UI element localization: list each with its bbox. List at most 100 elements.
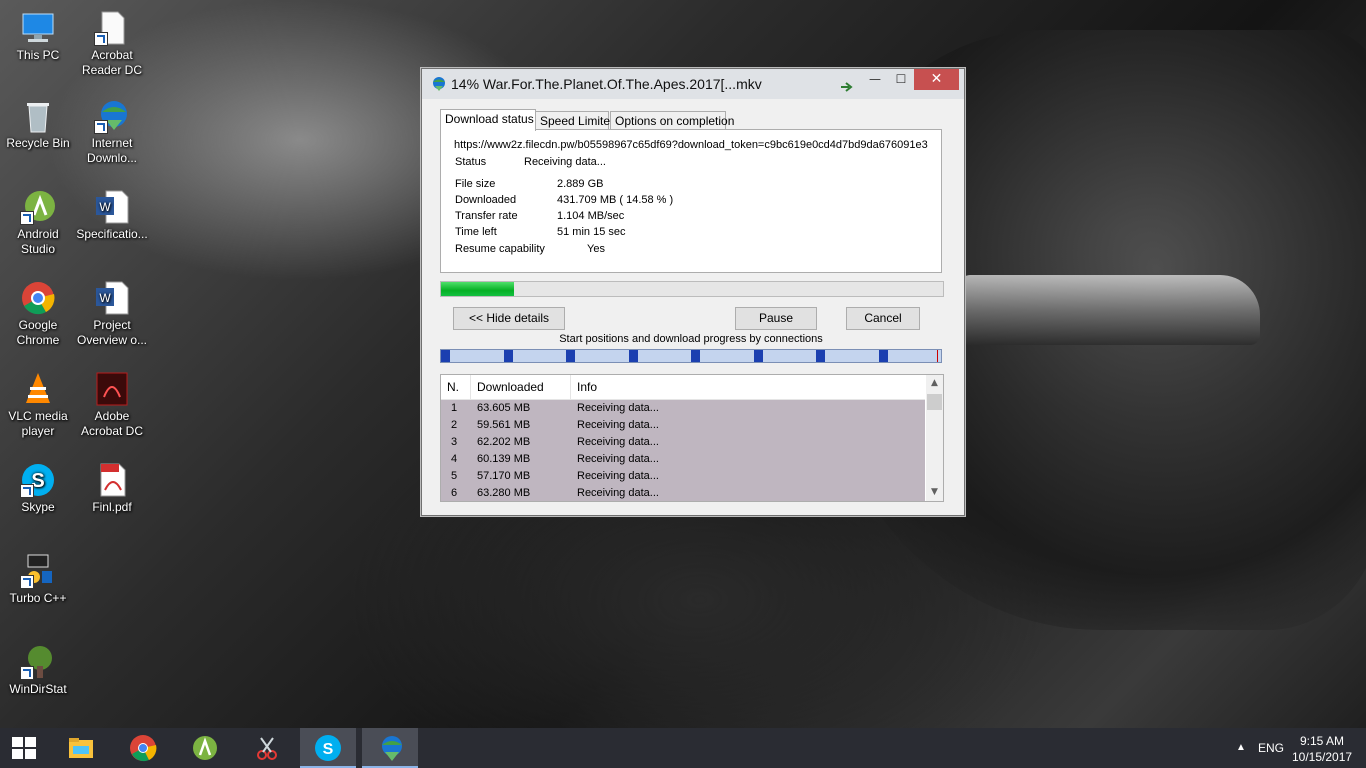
turbo-cpp-icon [20, 553, 56, 589]
minimize-button[interactable]: — [862, 69, 888, 90]
file-size-label: File size [455, 178, 496, 190]
connection-segment-2 [504, 350, 513, 362]
table-header: N. Downloaded Info [441, 375, 925, 400]
desktop-icon-label: Project Overview o... [76, 318, 148, 347]
desktop-icon-finl-pdf[interactable]: Finl.pdf [74, 462, 150, 515]
column-header-downloaded[interactable]: Downloaded [471, 375, 571, 399]
taskbar-internet-download-manager[interactable] [362, 728, 418, 768]
connection-end-marker [937, 350, 938, 362]
status-label: Status [455, 156, 487, 168]
android-studio-icon [193, 736, 217, 760]
table-row[interactable]: 3 62.202 MB Receiving data... [441, 434, 925, 451]
connection-segment-4 [629, 350, 638, 362]
pause-button[interactable]: Pause [735, 307, 817, 330]
desktop-icon-skype[interactable]: S Skype [0, 462, 76, 515]
word-document-icon: W [94, 189, 130, 225]
desktop-icon-specification[interactable]: W Specificatio... [74, 189, 150, 242]
desktop-icon-label: Skype [21, 500, 55, 514]
download-progress-window: 14% War.For.The.Planet.Of.The.Apes.2017[… [421, 68, 965, 516]
vlc-cone-icon [20, 371, 56, 407]
table-body: 1 63.605 MB Receiving data... 2 59.561 MB Re… [441, 400, 925, 501]
desktop-icon-recycle-bin[interactable]: Recycle Bin [0, 98, 76, 151]
globe-download-icon [382, 736, 402, 761]
svg-text:S: S [323, 741, 334, 758]
close-button[interactable]: ✕ [914, 69, 959, 90]
desktop-icon-label: WinDirStat [9, 682, 67, 696]
desktop-icon-android-studio[interactable]: Android Studio [0, 189, 76, 257]
desktop-icon-turbo-cpp[interactable]: Turbo C++ [0, 553, 76, 606]
taskbar-android-studio[interactable] [177, 728, 233, 768]
desktop-icon-label: Acrobat Reader DC [81, 48, 143, 77]
download-progress-bar [440, 281, 944, 297]
recycle-bin-icon [20, 98, 56, 134]
desktop-icon-project-overview[interactable]: W Project Overview o... [74, 280, 150, 348]
desktop-icon-windirstat[interactable]: WinDirStat [0, 644, 76, 697]
tray-overflow-icon[interactable]: ▲ [1236, 728, 1246, 768]
desktop-icon-vlc[interactable]: VLC media player [0, 371, 76, 439]
taskbar-chrome[interactable] [115, 728, 171, 768]
skype-icon: S [315, 735, 341, 761]
taskbar-skype[interactable]: S [300, 728, 356, 768]
desktop-icon-label: Adobe Acrobat DC [80, 409, 144, 438]
tab-options-on-completion[interactable]: Options on completion [610, 111, 734, 130]
time-left-label: Time left [455, 226, 497, 238]
chrome-icon [130, 735, 157, 762]
downloaded-label: Downloaded [455, 194, 517, 206]
desktop-icon-this-pc[interactable]: This PC [0, 10, 76, 63]
desktop-icon-acrobat-reader[interactable]: Acrobat Reader DC [74, 10, 150, 78]
desktop-icon-internet-download-manager[interactable]: Internet Downlo... [74, 98, 150, 166]
column-header-number[interactable]: N. [441, 375, 471, 399]
table-row[interactable]: 4 60.139 MB Receiving data... [441, 451, 925, 468]
connection-segment-3 [566, 350, 575, 362]
shortcut-arrow-icon [94, 120, 108, 134]
clock-date[interactable]: 10/15/2017 [1292, 750, 1352, 764]
hide-details-button[interactable]: << Hide details [453, 307, 565, 330]
transfer-rate-value: 1.104 MB/sec [557, 210, 625, 222]
desktop-icon-label: Google Chrome [16, 318, 60, 347]
desktop-icon-label: Finl.pdf [92, 500, 132, 514]
desktop-icon-google-chrome[interactable]: Google Chrome [0, 280, 76, 348]
clock-time[interactable]: 9:15 AM [1300, 734, 1344, 748]
taskbar-snipping-tool[interactable] [239, 728, 295, 768]
download-url: https://www2z.filecdn.pw/b05598967c65df6… [454, 139, 928, 151]
language-indicator[interactable]: ENG [1258, 728, 1284, 768]
connection-segment-5 [691, 350, 700, 362]
status-value: Receiving data... [524, 156, 606, 168]
shortcut-arrow-icon [94, 32, 108, 46]
folder-icon [69, 738, 93, 758]
start-button[interactable] [0, 728, 50, 768]
shortcut-arrow-icon [20, 484, 34, 498]
window-titlebar[interactable]: 14% War.For.The.Planet.Of.The.Apes.2017[… [422, 69, 964, 99]
tab-download-status[interactable]: Download status [440, 109, 536, 131]
scroll-thumb[interactable] [927, 394, 942, 410]
skype-icon: S [20, 462, 56, 498]
globe-download-icon [94, 98, 130, 134]
desktop-icon-adobe-acrobat[interactable]: Adobe Acrobat DC [74, 371, 150, 439]
acrobat-icon [94, 371, 130, 407]
tree-icon [20, 644, 56, 680]
scroll-up-icon[interactable]: ▲ [926, 375, 943, 392]
tab-speed-limiter[interactable]: Speed Limiter [535, 111, 614, 130]
shortcut-arrow-icon [20, 666, 34, 680]
table-row[interactable]: 6 63.280 MB Receiving data... [441, 485, 925, 501]
chrome-icon [20, 280, 56, 316]
table-row[interactable]: 2 59.561 MB Receiving data... [441, 417, 925, 434]
idm-globe-icon [430, 76, 446, 92]
svg-text:W: W [99, 200, 111, 214]
desktop-icon-label: Internet Downlo... [86, 136, 138, 165]
connection-segment-8 [879, 350, 888, 362]
transfer-rate-label: Transfer rate [455, 210, 518, 222]
taskbar-file-explorer[interactable] [53, 728, 109, 768]
time-left-value: 51 min 15 sec [557, 226, 626, 238]
table-row[interactable]: 1 63.605 MB Receiving data... [441, 400, 925, 417]
green-arrow-icon[interactable] [840, 78, 854, 92]
table-scrollbar[interactable]: ▲ ▼ [926, 375, 943, 501]
maximize-button[interactable]: ☐ [888, 69, 914, 90]
download-progress-fill [441, 282, 515, 296]
scroll-down-icon[interactable]: ▼ [926, 484, 943, 501]
connection-segment-7 [816, 350, 825, 362]
cancel-button[interactable]: Cancel [846, 307, 920, 330]
desktop-icon-label: Android Studio [17, 227, 59, 256]
table-row[interactable]: 5 57.170 MB Receiving data... [441, 468, 925, 485]
column-header-info[interactable]: Info [571, 375, 925, 399]
